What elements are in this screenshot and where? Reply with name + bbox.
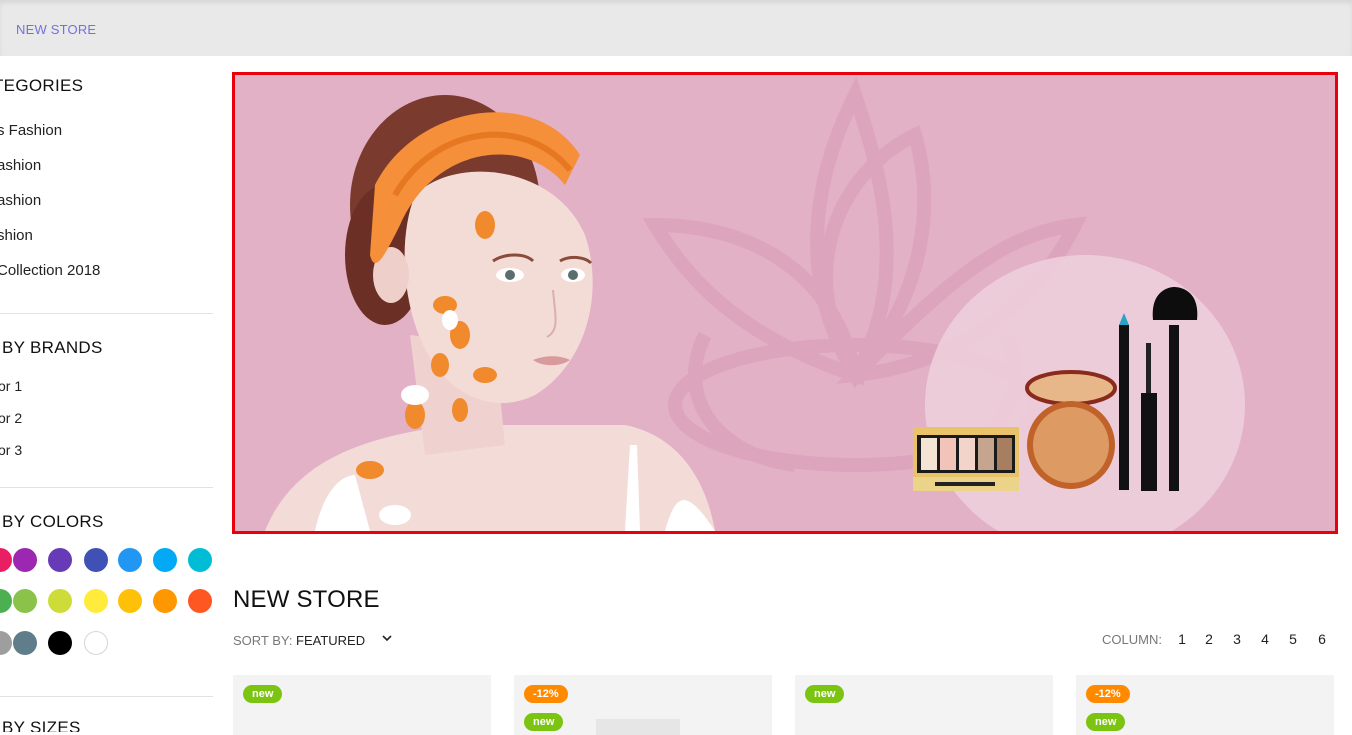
discount-badge: -12% — [1086, 685, 1130, 703]
sort-label: SORT BY: — [233, 633, 293, 648]
hero-banner[interactable] — [232, 72, 1338, 534]
color-swatch[interactable] — [48, 631, 72, 655]
breadcrumb-bar: › NEW STORE — [0, 0, 1352, 56]
color-swatch[interactable] — [84, 589, 108, 613]
product-card[interactable]: -12% new — [1076, 675, 1334, 735]
new-badge: new — [524, 713, 564, 731]
column-option-2[interactable]: 2 — [1202, 631, 1216, 647]
product-image — [596, 719, 680, 735]
color-swatch[interactable] — [188, 548, 212, 572]
color-swatch[interactable] — [0, 548, 12, 572]
color-swatch[interactable] — [188, 589, 212, 613]
category-link[interactable]: ashion — [0, 157, 41, 174]
sidebar-divider — [0, 313, 213, 314]
column-option-5[interactable]: 5 — [1286, 631, 1300, 647]
new-badge: new — [805, 685, 845, 703]
color-swatch[interactable] — [84, 548, 108, 572]
category-link[interactable]: s Fashion — [0, 122, 62, 139]
sidebar-divider — [0, 487, 213, 488]
product-card[interactable]: -12% new — [514, 675, 772, 735]
category-link[interactable]: Collection 2018 — [0, 262, 100, 279]
color-swatch[interactable] — [84, 631, 108, 655]
brand-link[interactable]: or 3 — [0, 442, 22, 458]
product-card[interactable]: new — [233, 675, 491, 735]
color-swatch[interactable] — [0, 631, 12, 655]
color-swatch[interactable] — [13, 631, 37, 655]
sizes-title: BY SIZES — [2, 718, 81, 732]
column-option-6[interactable]: 6 — [1315, 631, 1329, 647]
category-link[interactable]: shion — [0, 227, 33, 244]
color-swatch[interactable] — [13, 548, 37, 572]
column-option-4[interactable]: 4 — [1258, 631, 1272, 647]
color-swatch[interactable] — [48, 548, 72, 572]
new-badge: new — [1086, 713, 1126, 731]
breadcrumb-current[interactable]: NEW STORE — [16, 22, 96, 37]
brands-title: BY BRANDS — [2, 338, 103, 357]
sidebar-divider — [0, 696, 213, 697]
color-swatch[interactable] — [153, 589, 177, 613]
page-title: NEW STORE — [233, 586, 380, 613]
color-swatch[interactable] — [118, 548, 142, 572]
brand-link[interactable]: or 1 — [0, 378, 22, 394]
new-badge: new — [243, 685, 283, 703]
sidebar: TEGORIES s Fashion ashion ashion shion C… — [0, 56, 213, 732]
color-swatch[interactable] — [48, 589, 72, 613]
chevron-down-icon[interactable] — [380, 631, 394, 645]
color-swatch[interactable] — [0, 589, 12, 613]
column-label: COLUMN: — [1102, 632, 1162, 647]
colors-title: BY COLORS — [2, 512, 104, 531]
color-swatch[interactable] — [118, 589, 142, 613]
sort-dropdown[interactable]: FEATURED — [296, 633, 365, 648]
cosmetics-banner-illustration — [265, 76, 1245, 531]
brand-link[interactable]: or 2 — [0, 410, 22, 426]
column-option-3[interactable]: 3 — [1230, 631, 1244, 647]
color-swatch[interactable] — [13, 589, 37, 613]
product-card[interactable]: new — [795, 675, 1053, 735]
category-link[interactable]: ashion — [0, 192, 41, 209]
discount-badge: -12% — [524, 685, 568, 703]
categories-title: TEGORIES — [0, 76, 84, 95]
color-swatch[interactable] — [153, 548, 177, 572]
column-option-1[interactable]: 1 — [1175, 631, 1189, 647]
